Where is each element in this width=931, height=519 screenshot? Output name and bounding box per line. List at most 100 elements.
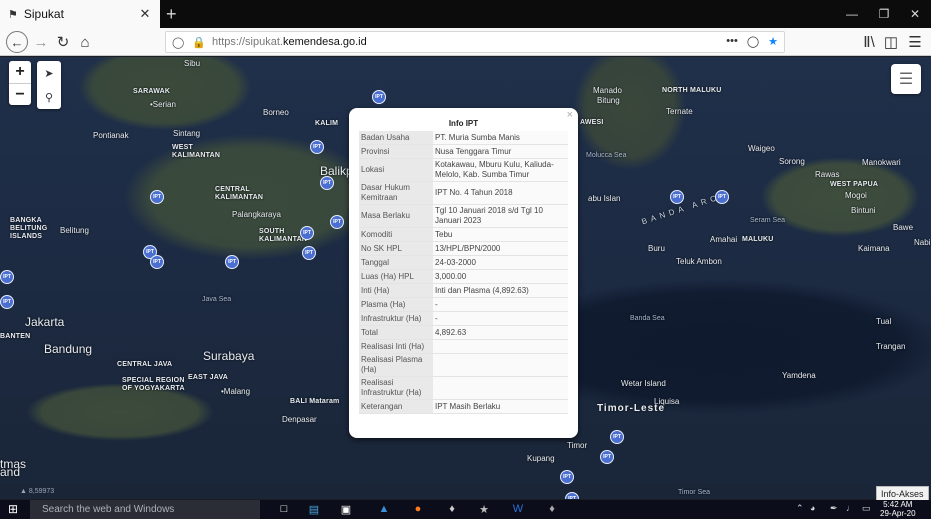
pinned-app2-icon[interactable]: ♦ xyxy=(444,502,460,516)
home-button[interactable]: ⌂ xyxy=(74,31,96,53)
info-key: Plasma (Ha) xyxy=(359,297,433,312)
ipt-marker-icon[interactable]: IPT xyxy=(310,140,324,154)
zoom-out-button[interactable]: − xyxy=(9,84,31,106)
ipt-marker-icon[interactable]: IPT xyxy=(150,190,164,204)
ipt-marker-icon[interactable]: IPT xyxy=(302,246,316,260)
reload-button[interactable]: ↻ xyxy=(52,31,74,53)
info-key: Realisasi Inti (Ha) xyxy=(359,339,433,354)
window-close-icon[interactable]: ✕ xyxy=(899,0,931,28)
ipt-marker-icon[interactable]: IPT xyxy=(330,215,344,229)
zoom-in-button[interactable]: + xyxy=(9,61,31,84)
ipt-marker-icon[interactable]: IPT xyxy=(0,270,14,284)
search-map-icon[interactable]: ⚲ xyxy=(37,85,61,109)
info-key: Masa Berlaku xyxy=(359,204,433,228)
map-label: Sibu xyxy=(184,59,201,68)
info-value: Tebu xyxy=(433,227,568,242)
info-value: 4,892.63 xyxy=(433,325,568,340)
bookmark-star-icon[interactable]: ★ xyxy=(768,35,778,48)
info-key: Realisasi Infrastruktur (Ha) xyxy=(359,376,433,400)
ipt-marker-icon[interactable]: IPT xyxy=(565,492,579,499)
pen-icon[interactable]: ✒ xyxy=(830,503,838,514)
file-explorer-icon[interactable]: ▤ xyxy=(306,502,322,516)
ipt-marker-icon[interactable]: IPT xyxy=(225,255,239,269)
browser-tab[interactable]: ⚑ Sipukat ✕ xyxy=(0,0,160,28)
back-button[interactable]: ← xyxy=(6,31,28,53)
tracking-shield-icon[interactable]: ◯ xyxy=(172,36,184,49)
info-value: IPT No. 4 Tahun 2018 xyxy=(433,181,568,205)
map-label: Sintang xyxy=(173,129,201,138)
info-key: Tanggal xyxy=(359,255,433,270)
new-tab-button[interactable]: + xyxy=(166,4,177,24)
taskbar-clock[interactable]: 5:42 AM 29-Apr-20 xyxy=(880,500,916,518)
map-label: Ternate xyxy=(666,107,693,116)
info-key: Lokasi xyxy=(359,158,433,182)
info-key: Provinsi xyxy=(359,144,433,159)
locate-arrow-icon[interactable]: ➤ xyxy=(37,61,61,85)
info-row: Plasma (Ha) - xyxy=(359,297,568,312)
info-value: - xyxy=(433,297,568,312)
minimize-icon[interactable]: — xyxy=(836,0,868,28)
word-icon[interactable]: W xyxy=(510,502,526,516)
windows-start-icon[interactable]: ⊞ xyxy=(8,502,18,516)
info-row: Infrastruktur (Ha) - xyxy=(359,311,568,326)
ipt-marker-icon[interactable]: IPT xyxy=(610,430,624,444)
pinned-app4-icon[interactable]: ♦ xyxy=(544,502,560,516)
restore-icon[interactable]: ❐ xyxy=(868,0,900,28)
map-label: Jakarta xyxy=(25,315,65,329)
info-row: Total 4,892.63 xyxy=(359,325,568,340)
map-label: Bintuni xyxy=(851,206,876,215)
info-table: Badan Usaha PT. Muria Sumba Manis Provinsi… xyxy=(359,131,568,414)
pinned-app3-icon[interactable]: ★ xyxy=(476,502,492,516)
ipt-marker-icon[interactable]: IPT xyxy=(372,90,386,104)
taskbar-search-input[interactable]: Search the web and Windows xyxy=(30,500,260,519)
info-ipt-popup: × Info IPT Badan Usaha PT. Muria Sumba Ma… xyxy=(349,108,578,438)
ipt-marker-icon[interactable]: IPT xyxy=(715,190,729,204)
map-label: •Malang xyxy=(221,387,251,396)
map-label: WEST PAPUA xyxy=(830,181,879,188)
info-row: Realisasi Infrastruktur (Ha) xyxy=(359,376,568,400)
url-bar[interactable]: ◯ 🔒 https://sipukat. kemendesa.go.id ••• … xyxy=(165,31,785,53)
map-label: KALIM xyxy=(315,120,339,127)
url-domain: kemendesa.go.id xyxy=(282,36,367,48)
info-key: Infrastruktur (Ha) xyxy=(359,311,433,326)
pocket-icon[interactable]: ◯ xyxy=(747,35,759,48)
map-label: •Serian xyxy=(150,100,176,109)
library-icon[interactable]: Ⅱ\ xyxy=(858,31,880,53)
info-key: Realisasi Plasma (Ha) xyxy=(359,353,433,377)
info-value: Tgl 10 Januari 2018 s/d Tgl 10 Januari 2… xyxy=(433,204,568,228)
lock-icon[interactable]: 🔒 xyxy=(192,36,206,49)
ipt-marker-icon[interactable]: IPT xyxy=(600,450,614,464)
notification-icon[interactable]: ▭ xyxy=(862,503,871,514)
zoom-control: + − xyxy=(9,61,31,105)
task-view-icon[interactable]: □ xyxy=(276,502,292,516)
pinned-app-icon[interactable]: ▲ xyxy=(376,502,392,516)
network-icon[interactable]: ◕ xyxy=(810,503,815,513)
map-label: Molucca Sea xyxy=(586,152,627,159)
map-label: Sorong xyxy=(779,157,805,166)
coordinate-readout: ▲ 8,59973 xyxy=(20,488,55,495)
forward-button[interactable]: → xyxy=(30,31,52,53)
map-label: SARAWAK xyxy=(133,88,171,95)
tray-chevron-icon[interactable]: ⌃ xyxy=(796,503,804,514)
map-label: Mogoi xyxy=(845,191,867,200)
close-tab-icon[interactable]: ✕ xyxy=(136,6,154,22)
info-key: Badan Usaha xyxy=(359,131,433,145)
firefox-icon[interactable]: ● xyxy=(410,502,426,516)
info-row: Inti (Ha) Inti dan Plasma (4,892.63) xyxy=(359,283,568,298)
info-row: Provinsi Nusa Tenggara Timur xyxy=(359,144,568,159)
ipt-marker-icon[interactable]: IPT xyxy=(560,470,574,484)
store-icon[interactable]: ▣ xyxy=(338,502,354,516)
ipt-marker-icon[interactable]: IPT xyxy=(320,176,334,190)
ipt-marker-icon[interactable]: IPT xyxy=(670,190,684,204)
map-label: Teluk Ambon xyxy=(676,257,722,266)
sidebar-icon[interactable]: ◫ xyxy=(880,31,902,53)
volume-icon[interactable]: ♩ xyxy=(846,503,855,513)
ipt-marker-icon[interactable]: IPT xyxy=(300,226,314,240)
page-actions-icon[interactable]: ••• xyxy=(726,35,738,48)
layers-icon: ☰ xyxy=(898,71,914,88)
layers-button[interactable]: ☰ xyxy=(891,64,921,94)
menu-icon[interactable]: ☰ xyxy=(904,31,926,53)
ipt-marker-icon[interactable]: IPT xyxy=(150,255,164,269)
ipt-marker-icon[interactable]: IPT xyxy=(0,295,14,309)
map-label: NORTH MALUKU xyxy=(662,87,722,94)
